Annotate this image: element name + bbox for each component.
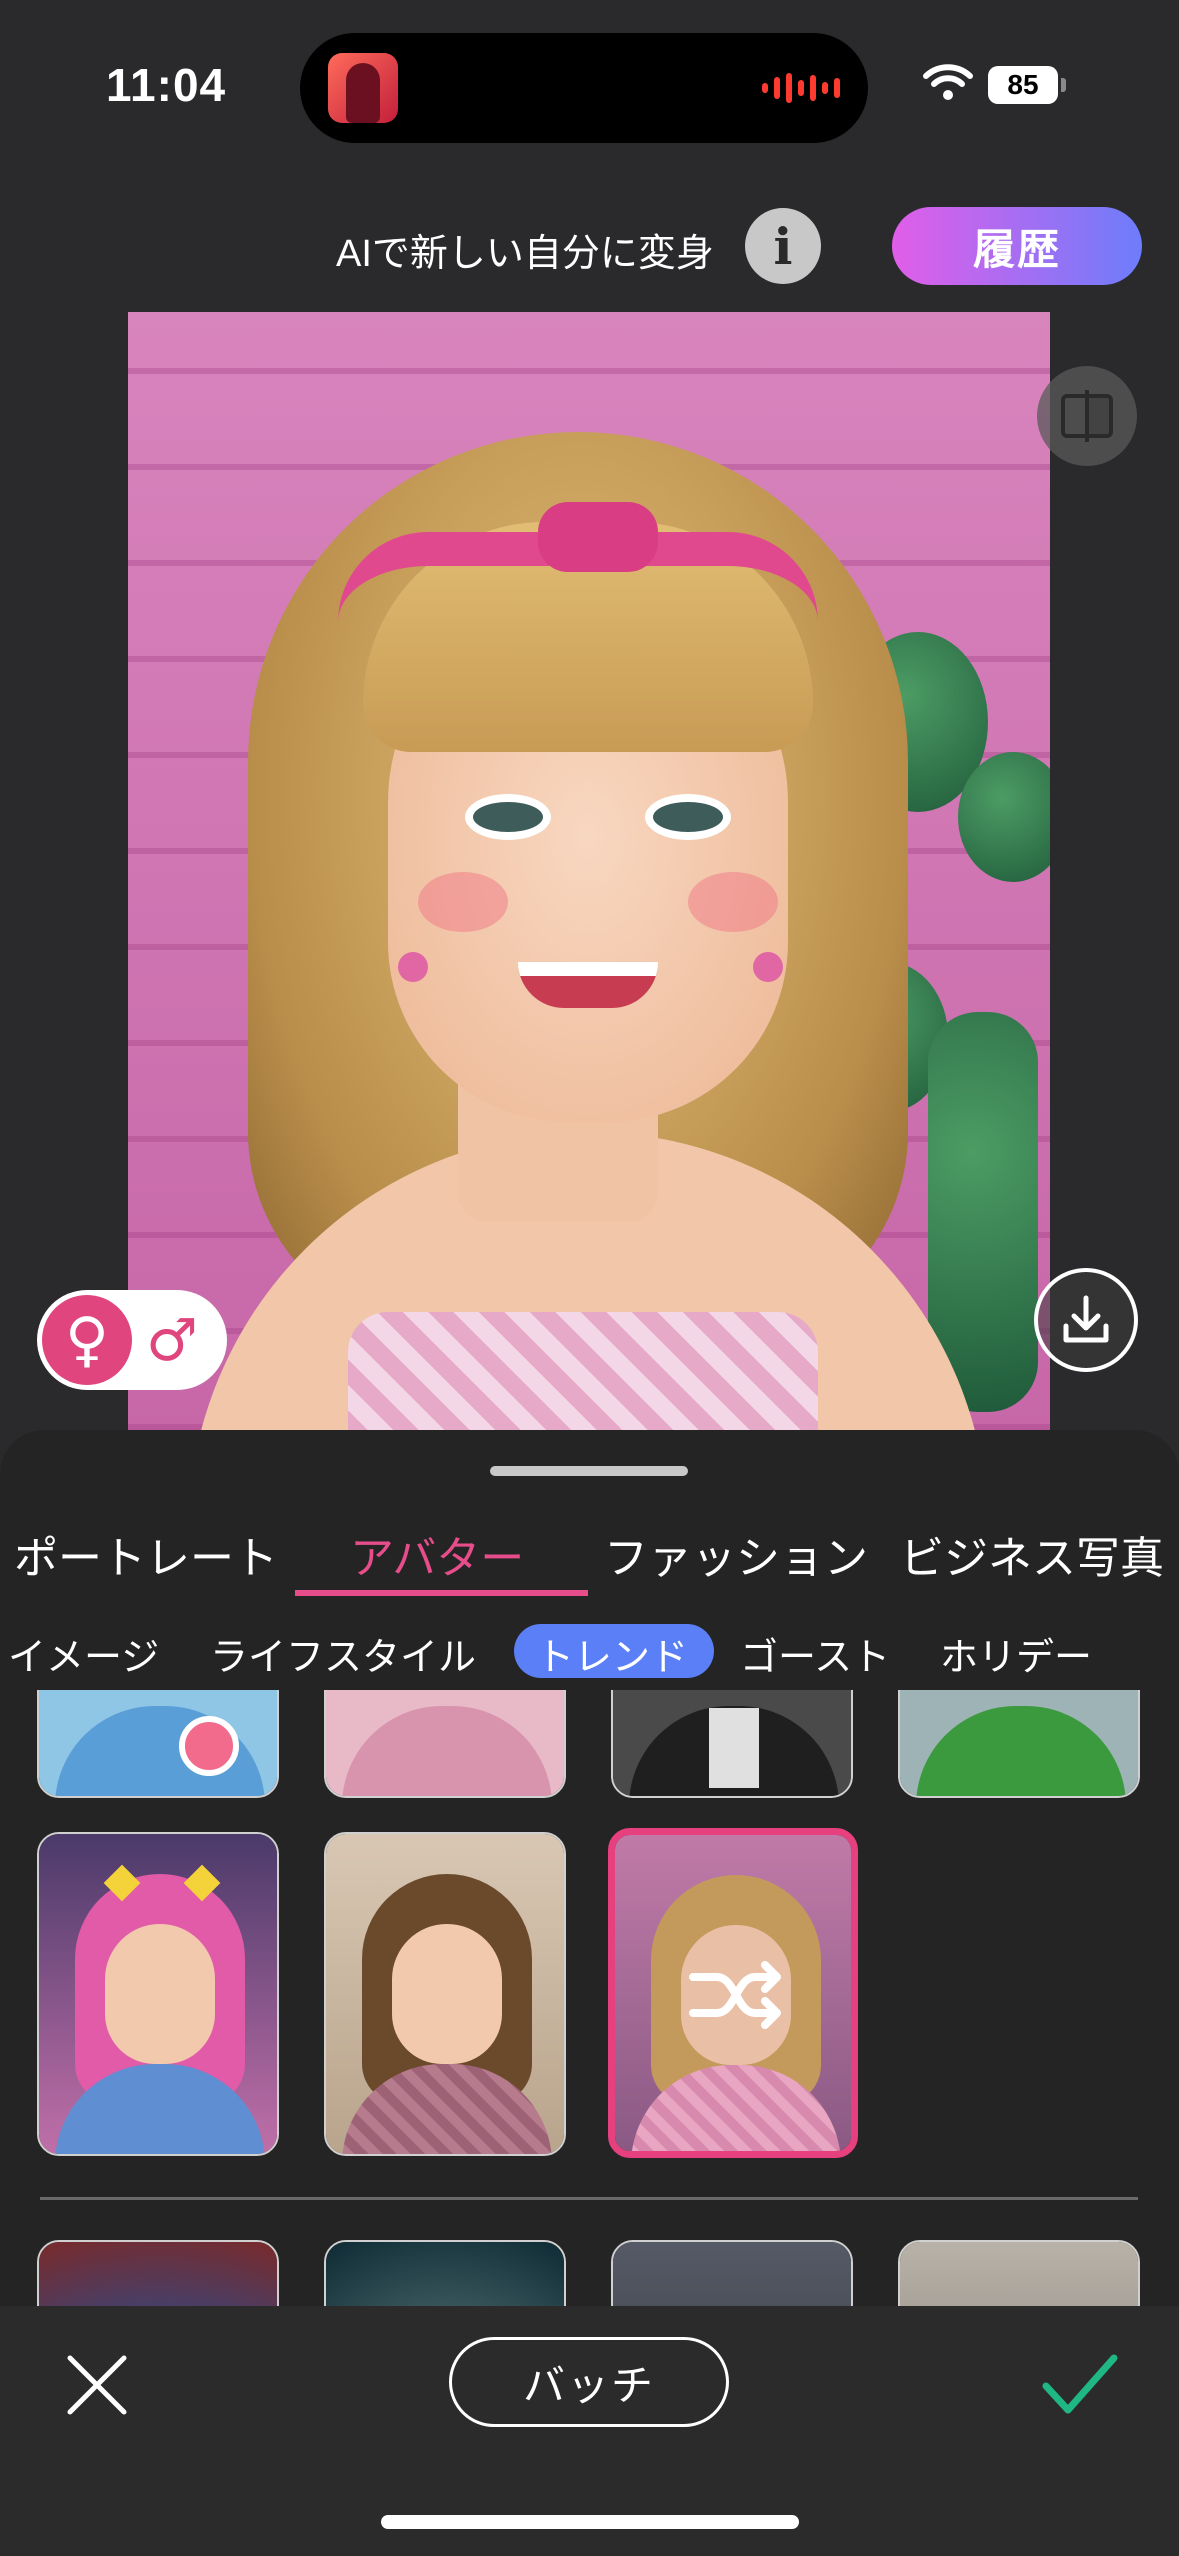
portrait-earring (398, 952, 428, 982)
subtab-ghost[interactable]: ゴースト (740, 1626, 890, 1681)
style-thumbnail[interactable] (37, 1832, 279, 2156)
subtab-trend[interactable]: トレンド (536, 1626, 688, 1681)
dynamic-island[interactable] (300, 33, 868, 143)
split-compare-icon (1061, 390, 1113, 442)
style-thumbnail[interactable] (324, 1832, 566, 2156)
tab-fashion[interactable]: ファッション (604, 1522, 868, 1586)
style-thumbnail-selected[interactable] (608, 1828, 858, 2158)
status-time: 11:04 (106, 59, 227, 111)
batch-button[interactable]: バッチ (449, 2337, 729, 2427)
sheet-drag-handle[interactable] (490, 1466, 688, 1476)
style-thumbnail[interactable] (898, 1690, 1140, 1798)
shuffle-icon (689, 1961, 781, 2029)
info-button[interactable]: i (745, 208, 821, 284)
compare-button[interactable] (1037, 366, 1137, 466)
portrait-dress (348, 1312, 818, 1430)
style-thumbnail[interactable] (611, 2240, 853, 2306)
portrait-eye (653, 802, 723, 832)
style-thumbnail[interactable] (324, 1690, 566, 1798)
portrait-eye (473, 802, 543, 832)
tab-portrait[interactable]: ポートレート (14, 1522, 278, 1586)
close-icon[interactable] (60, 2348, 134, 2422)
style-thumbnail[interactable] (611, 1690, 853, 1798)
now-playing-artwork (328, 53, 398, 123)
subtab-lifestyle[interactable]: ライフスタイル (210, 1626, 476, 1681)
style-grid-row-next (0, 2240, 1179, 2306)
audio-waveform-icon (762, 73, 840, 103)
battery-indicator: 85 (988, 66, 1066, 104)
portrait-cheek (418, 872, 508, 932)
wifi-icon (923, 64, 973, 100)
result-preview-image (128, 312, 1050, 1430)
header-title: AIで新しい自分に変身 (336, 233, 714, 275)
style-thumbnail[interactable] (37, 2240, 279, 2306)
download-icon (1063, 1295, 1109, 1343)
female-icon[interactable]: ♀ (42, 1295, 132, 1385)
style-thumbnail[interactable] (324, 2240, 566, 2306)
history-button[interactable]: 履歴 (892, 207, 1142, 285)
style-thumbnail[interactable] (898, 2240, 1140, 2306)
subtab-holiday[interactable]: ホリデー (940, 1626, 1092, 1681)
confirm-check-icon[interactable] (1040, 2350, 1120, 2420)
tab-business-photo[interactable]: ビジネス写真 (900, 1522, 1164, 1586)
style-thumbnail[interactable] (37, 1690, 279, 1798)
style-grid-row-clipped (0, 1690, 1179, 1798)
gender-toggle[interactable]: ♀ ♂ (37, 1290, 227, 1390)
portrait-earring (753, 952, 783, 982)
portrait-cheek (688, 872, 778, 932)
section-divider (40, 2197, 1138, 2200)
subtab-image[interactable]: イメージ (8, 1626, 159, 1681)
active-tab-underline (295, 1590, 588, 1596)
male-icon[interactable]: ♂ (132, 1306, 212, 1374)
download-button[interactable] (1034, 1268, 1138, 1372)
home-indicator[interactable] (381, 2515, 799, 2529)
portrait-bow (538, 502, 658, 572)
tab-avatar[interactable]: アバター (350, 1522, 524, 1586)
